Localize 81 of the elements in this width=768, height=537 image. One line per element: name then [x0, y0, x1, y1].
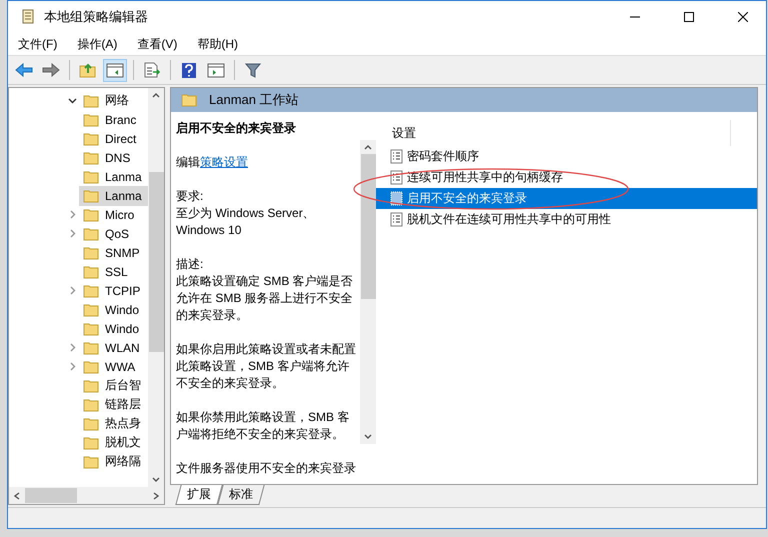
column-header[interactable]: 设置	[392, 124, 416, 142]
folder-icon	[83, 112, 99, 126]
export-list-icon	[143, 62, 161, 78]
tree-item[interactable]: Micro	[79, 204, 148, 224]
tree-item[interactable]: WWA	[79, 356, 148, 376]
pane-icon	[106, 62, 124, 78]
window-title: 本地组策略编辑器	[44, 8, 149, 26]
policy-icon	[390, 149, 403, 164]
setting-row[interactable]: 密码套件顺序	[376, 146, 757, 167]
folder-icon	[181, 93, 197, 107]
filter-icon	[245, 62, 261, 78]
folder-icon	[83, 132, 99, 146]
close-icon[interactable]	[738, 12, 748, 22]
tree-item[interactable]: 热点身	[79, 414, 148, 434]
tree-item[interactable]: 网络隔	[79, 452, 148, 472]
tree-item[interactable]: QoS	[79, 224, 148, 244]
folder-icon	[83, 398, 99, 412]
description-paragraph: 如果你禁用此策略设置，SMB 客户端将拒绝不安全的来宾登录。	[176, 409, 350, 443]
tab[interactable]: 标准	[217, 485, 265, 505]
description-paragraph: 要求: 至少为 Windows Server、Windows 10	[176, 188, 316, 239]
scroll-icon	[20, 8, 36, 26]
menu-item[interactable]: 查看(V)	[135, 36, 180, 52]
toolbar-button[interactable]	[103, 58, 127, 82]
tree-item[interactable]: DNS	[79, 148, 148, 168]
tree-item[interactable]: Lanma	[79, 166, 148, 186]
tree-item[interactable]: SSL	[79, 262, 148, 282]
tree-item[interactable]: Lanma	[79, 186, 148, 206]
folder-icon	[83, 150, 99, 164]
description-paragraph: 文件服务器使用不安全的来宾登录	[176, 460, 356, 477]
folder-icon	[83, 188, 99, 202]
tree-item[interactable]: SNMP	[79, 242, 148, 262]
folder-icon	[83, 170, 99, 184]
tree-item[interactable]: Direct	[79, 128, 148, 148]
folder-up-icon	[79, 62, 97, 78]
tree-item[interactable]: 脱机文	[79, 432, 148, 452]
folder-icon	[83, 94, 99, 108]
folder-icon	[83, 378, 99, 392]
tree-item[interactable]: Windo	[79, 318, 148, 338]
tree-item[interactable]: 网络	[79, 90, 148, 110]
tree-item[interactable]: 链路层	[79, 394, 148, 414]
tree-item[interactable]: 后台智	[79, 376, 148, 396]
menu-item[interactable]: 操作(A)	[75, 36, 120, 52]
policy-icon	[390, 170, 403, 185]
policy-title: 启用不安全的来宾登录	[176, 120, 297, 137]
tree-item[interactable]: Branc	[79, 110, 148, 130]
policy-icon	[390, 212, 403, 227]
setting-row[interactable]: 启用不安全的来宾登录	[376, 188, 757, 209]
folder-icon	[83, 226, 99, 240]
folder-icon	[83, 302, 99, 316]
tree-item[interactable]: WLAN	[79, 338, 148, 358]
folder-icon	[83, 436, 99, 450]
folder-icon	[83, 340, 99, 354]
maximize-icon[interactable]	[684, 12, 694, 22]
setting-row[interactable]: 脱机文件在连续可用性共享中的可用性	[376, 209, 757, 230]
tree-item[interactable]: TCPIP	[79, 280, 148, 300]
tree-item[interactable]: Windo	[79, 300, 148, 320]
folder-icon	[83, 208, 99, 222]
policy-icon	[390, 191, 403, 206]
description-paragraph: 如果你启用此策略设置或者未配置此策略设置，SMB 客户端将允许不安全的来宾登录。	[176, 341, 356, 392]
menu-item[interactable]: 文件(F)	[16, 36, 60, 52]
folder-icon	[83, 454, 99, 468]
folder-icon	[83, 246, 99, 260]
folder-icon	[83, 284, 99, 298]
forward-arrow-icon	[42, 63, 60, 77]
pane-icon	[207, 62, 225, 78]
scrollbar[interactable]	[360, 140, 376, 444]
folder-icon	[83, 360, 99, 374]
edit-text: 编辑策略设置	[176, 154, 249, 171]
back-arrow-icon	[15, 63, 33, 77]
chevron-icon[interactable]	[68, 96, 76, 105]
description-paragraph: 描述: 此策略设置确定 SMB 客户端是否允许在 SMB 服务器上进行不安全的来宾登录。	[176, 256, 354, 324]
folder-icon	[83, 416, 99, 430]
folder-icon	[83, 264, 99, 278]
policy-settings-link[interactable]: 策略设置	[200, 155, 248, 169]
horizontal-scrollbar[interactable]	[9, 487, 164, 504]
scrollbar[interactable]	[148, 88, 164, 487]
menu-item[interactable]: 帮助(H)	[195, 36, 240, 52]
help-icon	[181, 62, 197, 78]
tab[interactable]: 扩展	[175, 485, 223, 505]
folder-icon	[83, 322, 99, 336]
header-title: Lanman 工作站	[209, 91, 299, 109]
